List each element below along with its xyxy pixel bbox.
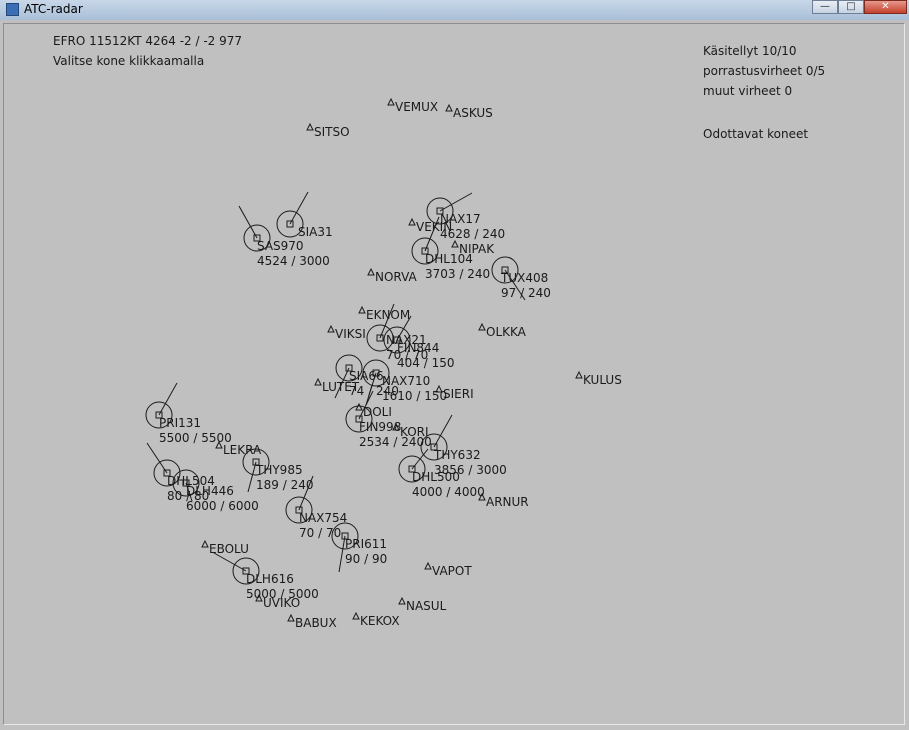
aircraft-dlh616-altitude-speed: 5000 / 5000 (246, 587, 319, 601)
aircraft-sia31-heading-vector (289, 191, 309, 225)
aircraft-sas970-altitude-speed: 4524 / 3000 (257, 254, 330, 268)
waypoint-label-viksi: VIKSI (335, 327, 366, 341)
waypoint-label-eknom: EKNOM (366, 308, 410, 322)
waiting-aircraft-header: Odottavat koneet (703, 127, 809, 141)
waypoint-ebolu-icon (201, 539, 209, 548)
aircraft-pri131-callsign: PRI131 (159, 416, 201, 430)
window-title: ATC-radar (24, 2, 83, 16)
aircraft-sia31-callsign: SIA31 (298, 225, 333, 239)
aircraft-dhl500-altitude-speed: 4000 / 4000 (412, 485, 485, 499)
aircraft-pri131-heading-vector (158, 382, 178, 416)
radar-scope[interactable]: VEMUX ASKUS SITSO VEKIN NIPAK NORVA EKNOM VIKSI… (3, 23, 905, 725)
aircraft-nax17-altitude-speed: 4628 / 240 (440, 227, 505, 241)
waypoint-olkka-icon (478, 322, 486, 331)
waypoint-vekin-icon (408, 217, 416, 226)
instruction-text: Valitse kone klikkaamalla (53, 54, 205, 68)
waypoint-label-vemux: VEMUX (395, 100, 438, 114)
waypoint-label-vapot: VAPOT (432, 564, 472, 578)
waypoint-nasul-icon (398, 596, 406, 605)
waypoint-askus-icon (445, 103, 453, 112)
aircraft-nax17-heading-vector (439, 192, 473, 212)
waypoint-babux-icon (287, 613, 295, 622)
waypoint-nipak-icon (451, 239, 459, 248)
aircraft-thy632-callsign: THY632 (433, 448, 481, 462)
waypoint-label-lekra: LEKRA (223, 443, 262, 457)
waypoint-label-arnur: ARNUR (486, 495, 529, 509)
waypoint-label-askus: ASKUS (453, 106, 493, 120)
maximize-button[interactable]: □ (838, 0, 864, 14)
aircraft-nax710-altitude-speed: 1610 / 150 (382, 389, 447, 403)
waypoint-doli-icon (355, 402, 363, 411)
aircraft-tux408-altitude-speed: 97 / 240 (501, 286, 551, 300)
aircraft-thy985-heading-vector (247, 461, 257, 493)
waypoint-label-sieri: SIERI (443, 387, 474, 401)
waypoint-kulus-icon (575, 370, 583, 379)
close-button[interactable]: ✕ (864, 0, 907, 14)
aircraft-fin844-callsign: FIN844 (397, 341, 439, 355)
aircraft-fin844-altitude-speed: 404 / 150 (397, 356, 454, 370)
aircraft-dlh616-callsign: DLH616 (246, 572, 294, 586)
aircraft-pri611-callsign: PRI611 (345, 537, 387, 551)
window-controls: — □ ✕ (812, 0, 907, 14)
aircraft-thy632-heading-vector (433, 414, 453, 448)
app-icon (6, 3, 19, 16)
aircraft-sas970-callsign: SAS970 (257, 239, 304, 253)
handled-count: Käsitellyt 10/10 (703, 44, 797, 58)
aircraft-pri131-altitude-speed: 5500 / 5500 (159, 431, 232, 445)
waypoint-label-nasul: NASUL (406, 599, 447, 613)
waypoint-vemux-icon (387, 97, 395, 106)
aircraft-nax710-callsign: NAX710 (382, 374, 430, 388)
aircraft-dhl104-callsign: DHL104 (425, 252, 473, 266)
aircraft-dhl504-heading-vector (146, 442, 168, 474)
waypoint-label-olkka: OLKKA (486, 325, 527, 339)
waypoint-label-doli: DOLI (363, 405, 392, 419)
waypoint-label-babux: BABUX (295, 616, 337, 630)
waypoint-viksi-icon (327, 324, 335, 333)
aircraft-dlh446-callsign: DLH446 (186, 484, 234, 498)
aircraft-pri611-altitude-speed: 90 / 90 (345, 552, 387, 566)
minimize-button[interactable]: — (812, 0, 838, 14)
aircraft-dhl500-callsign: DHL500 (412, 470, 460, 484)
aircraft-tux408-callsign: TUX408 (500, 271, 548, 285)
aircraft-dhl500-heading-vector (411, 448, 429, 470)
waypoint-vapot-icon (424, 561, 432, 570)
weather-line: EFRO 11512KT 4264 -2 / -2 977 (53, 34, 243, 48)
aircraft-thy985-callsign: THY985 (255, 463, 303, 477)
other-errors: muut virheet 0 (703, 84, 793, 98)
waypoint-lutet-icon (314, 377, 322, 386)
waypoint-eknom-icon (358, 305, 366, 314)
waypoint-label-sitso: SITSO (314, 125, 350, 139)
separation-errors: porrastusvirheet 0/5 (703, 64, 826, 78)
waypoint-kekox-icon (352, 611, 360, 620)
waypoint-label-kekox: KEKOX (360, 614, 400, 628)
waypoint-label-kulus: KULUS (583, 373, 622, 387)
aircraft-nax754-callsign: NAX754 (299, 511, 347, 525)
waypoint-label-norva: NORVA (375, 270, 418, 284)
aircraft-thy985-altitude-speed: 189 / 240 (256, 478, 313, 492)
aircraft-fin998-callsign: FIN998 (359, 420, 401, 434)
waypoint-norva-icon (367, 267, 375, 276)
title-bar: ATC-radar — □ ✕ (0, 0, 909, 21)
aircraft-sas970-heading-vector (238, 205, 258, 239)
aircraft-dhl104-altitude-speed: 3703 / 240 (425, 267, 490, 281)
aircraft-nax17-callsign: NAX17 (440, 212, 481, 226)
aircraft-dlh446-altitude-speed: 6000 / 6000 (186, 499, 259, 513)
waypoint-sitso-icon (306, 122, 314, 131)
